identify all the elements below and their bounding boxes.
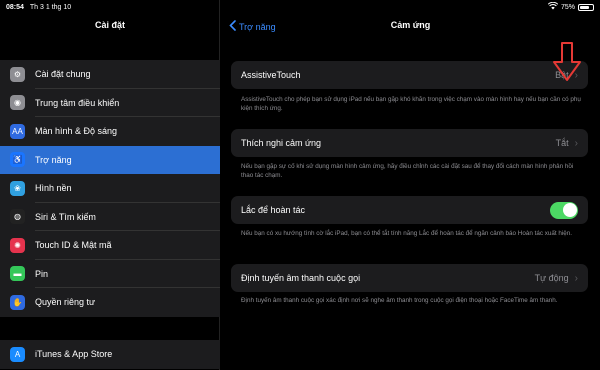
touch-accommodations-row[interactable]: Thích nghi cảm ứng Tắt › [231,129,588,157]
chevron-right-icon: › [574,272,578,284]
status-bar: 08:54 Th 3 1 thg 10 75% [0,0,600,14]
sidebar-item-hand[interactable]: ✋ Quyền riêng tư [0,288,220,317]
sidebar-item-app-store[interactable]: AiTunes & App Store [0,340,220,369]
touch-accommodations-value: Tắt [555,138,569,148]
red-arrow-annotation [553,42,581,81]
wifi-icon [547,1,559,12]
sidebar-item-fingerprint[interactable]: ✺ Touch ID & Mật mã [0,231,220,260]
assistivetouch-label: AssistiveTouch [241,70,301,80]
battery-percent: 75% [560,3,575,11]
shake-to-undo-row: Lắc để hoàn tác [231,196,588,224]
page-title: Cảm ứng [390,20,431,30]
wallpaper-icon: ❀ [10,180,25,196]
assistivetouch-footnote: AssistiveTouch cho phép bạn sử dụng iPad… [241,96,581,112]
call-audio-routing-footnote: Định tuyến âm thanh cuộc gọi xác định nơ… [241,297,558,304]
sidebar-item-control-center[interactable]: ◉ Trung tâm điều khiển [0,89,220,117]
status-right: 75% [547,1,594,12]
sidebar-item-label: Pin [35,268,49,279]
sidebar-item-label: Cài đặt chung [35,69,91,80]
sidebar-item-siri[interactable]: ◍ Siri & Tìm kiếm [0,203,220,231]
chevron-right-icon: › [574,137,578,149]
gear-icon: ⚙ [10,66,25,82]
sidebar-item-label: iTunes & App Store [35,349,113,360]
call-audio-routing-row[interactable]: Định tuyến âm thanh cuộc gọi Tự động › [231,264,588,292]
display-icon: AA [10,123,25,139]
settings-sidebar: Cài đặt ⚙ Cài đặt chung ◉ Trung tâm điều kh… [0,0,220,370]
sidebar-item-battery[interactable]: ▬ Pin [0,260,220,288]
shake-to-undo-footnote: Nếu bạn có xu hướng tình cờ lắc iPad, bạ… [241,230,573,237]
battery-icon [578,3,594,11]
status-time: 08:54 [6,3,24,11]
battery-icon: ▬ [10,266,25,282]
shake-to-undo-label: Lắc để hoàn tác [241,205,306,215]
sidebar-item-gear[interactable]: ⚙ Cài đặt chung [0,60,220,89]
fingerprint-icon: ✺ [10,237,25,253]
call-audio-routing-label: Định tuyến âm thanh cuộc gọi [241,273,361,283]
sidebar-item-label: Hình nền [35,183,72,194]
sidebar-group-store: AiTunes & App Store [0,340,220,369]
sidebar-item-label: Màn hình & Độ sáng [35,126,118,137]
sidebar-title: Cài đặt [94,20,125,30]
sidebar-item-label: Siri & Tìm kiếm [35,211,96,222]
sidebar-item-label: Trợ năng [35,154,72,165]
app-store-icon: A [10,346,25,362]
sidebar-group-main: ⚙ Cài đặt chung ◉ Trung tâm điều khiển AA Màn… [0,60,220,317]
assistivetouch-row[interactable]: AssistiveTouch Bật › [231,61,588,89]
touch-accommodations-footnote: Nếu bạn gặp sự cố khi sử dụng màn hình c… [241,163,574,179]
sidebar-item-accessibility[interactable]: ♿ Trợ năng [0,145,220,174]
status-date: Th 3 1 thg 10 [29,3,72,11]
sidebar-item-label: Touch ID & Mật mã [35,240,112,251]
sidebar-item-display[interactable]: AA Màn hình & Độ sáng [0,117,220,146]
touch-settings-panel: Trợ năng Cảm ứng AssistiveTouch Bật › As… [221,0,600,370]
control-center-icon: ◉ [10,95,25,111]
siri-icon: ◍ [10,209,25,225]
call-audio-routing-value: Tự động [534,273,569,283]
shake-to-undo-toggle[interactable] [550,201,578,219]
sidebar-item-label: Trung tâm điều khiển [35,97,120,108]
accessibility-icon: ♿ [10,152,25,168]
hand-icon: ✋ [10,294,25,310]
sidebar-item-wallpaper[interactable]: ❀ Hình nền [0,174,220,203]
touch-accommodations-label: Thích nghi cảm ứng [241,138,322,148]
sidebar-item-label: Quyền riêng tư [35,297,96,308]
